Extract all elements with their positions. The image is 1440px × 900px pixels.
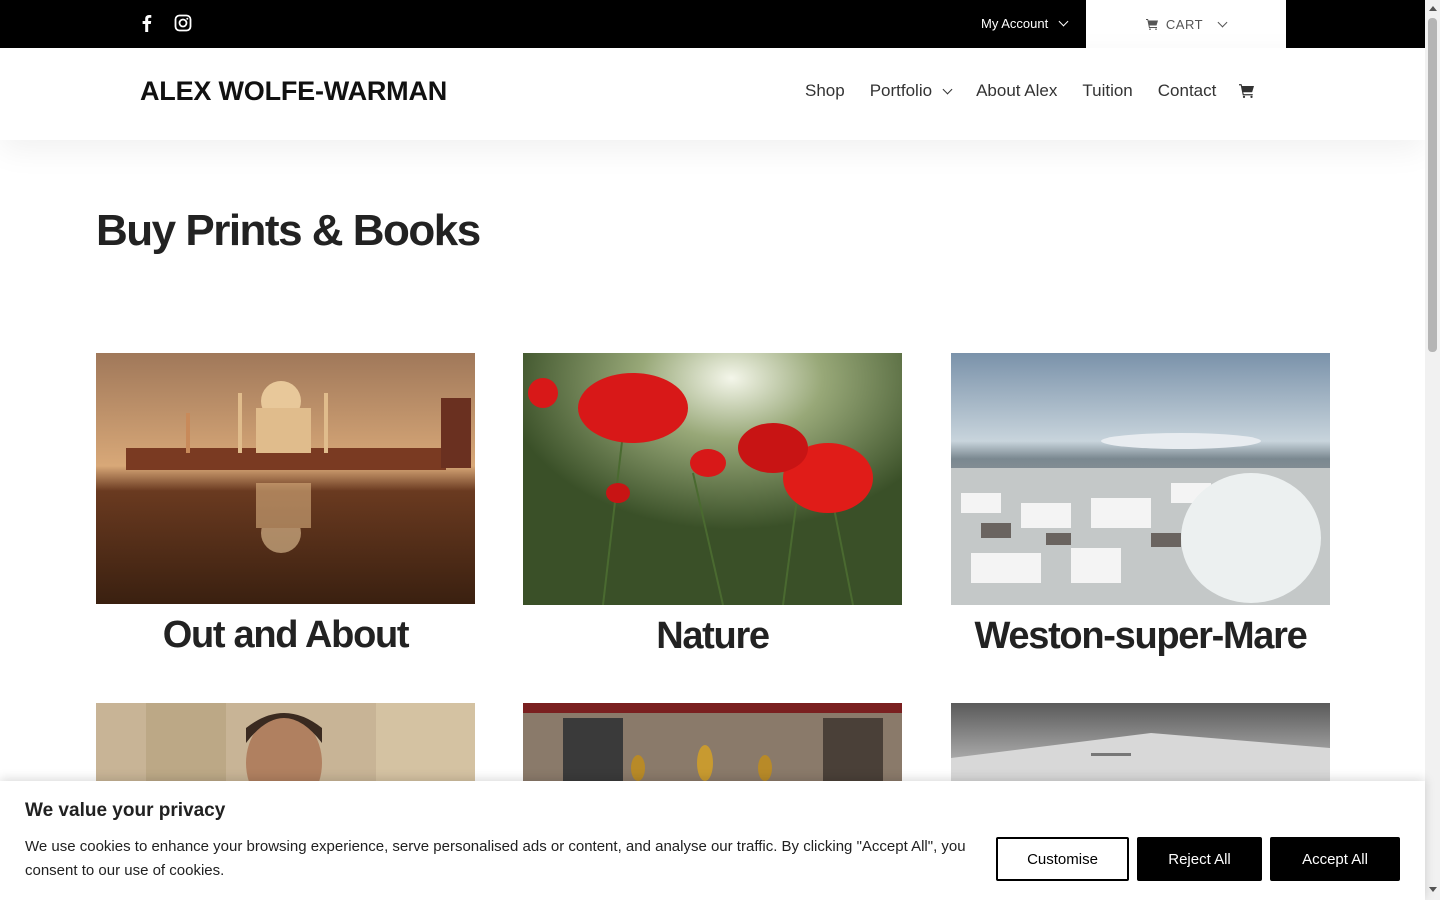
category-card[interactable]	[951, 703, 1330, 791]
cart-icon	[1145, 18, 1158, 30]
instagram-icon[interactable]	[174, 14, 192, 32]
snowy-town-photo[interactable]	[951, 353, 1330, 605]
nav-label: Portfolio	[869, 81, 933, 100]
nav-item-shop[interactable]: Shop	[805, 81, 845, 101]
nav-item-contact[interactable]: Contact	[1158, 81, 1217, 101]
nav-item-tuition[interactable]: Tuition	[1082, 81, 1132, 101]
accept-all-button[interactable]: Accept All	[1270, 837, 1400, 881]
cart-dropdown[interactable]: CART	[1086, 0, 1286, 48]
book-photo[interactable]	[951, 703, 1330, 781]
cookie-text: We use cookies to enhance your browsing …	[25, 838, 966, 879]
chevron-down-icon	[942, 84, 953, 95]
cookie-title: We value your privacy	[25, 800, 226, 821]
my-account-menu[interactable]: My Account	[981, 16, 1069, 31]
nav-label: Shop	[805, 81, 845, 100]
reject-all-button[interactable]: Reject All	[1137, 837, 1262, 881]
portrait-photo[interactable]	[96, 703, 475, 781]
poppies-photo[interactable]	[523, 353, 902, 605]
main-nav: Shop Portfolio About Alex Tuition Contac…	[805, 81, 1241, 101]
cart-icon[interactable]	[1239, 84, 1254, 103]
category-label[interactable]: Out and About	[96, 614, 475, 657]
page-scrollbar[interactable]	[1425, 0, 1440, 900]
category-card[interactable]	[96, 703, 475, 791]
nav-label: Contact	[1157, 81, 1217, 100]
scrollbar-thumb[interactable]	[1428, 18, 1437, 352]
taj-mahal-photo[interactable]	[96, 353, 475, 604]
page-title: Buy Prints & Books	[96, 206, 481, 255]
site-logo[interactable]: ALEX WOLFE-WARMAN	[140, 76, 447, 107]
cart-label: CART	[1165, 16, 1204, 32]
nav-label: Tuition	[1082, 81, 1133, 100]
scroll-down-icon[interactable]	[1429, 887, 1437, 892]
category-card[interactable]: Weston-super-Mare	[951, 353, 1330, 658]
category-card[interactable]: Nature	[523, 353, 902, 658]
site-header: ALEX WOLFE-WARMAN Shop Portfolio About A…	[0, 48, 1425, 140]
facebook-icon[interactable]	[138, 14, 156, 32]
buddha-shrine-photo[interactable]	[523, 703, 902, 781]
my-account-label: My Account	[981, 16, 1049, 31]
category-card[interactable]	[523, 703, 902, 791]
category-label[interactable]: Nature	[523, 615, 902, 658]
cookie-banner: We value your privacy We use cookies to …	[0, 781, 1425, 900]
category-card[interactable]: Out and About	[96, 353, 475, 657]
nav-label: About Alex	[976, 81, 1058, 100]
social-links	[138, 14, 192, 32]
top-bar: My Account CART	[0, 0, 1425, 48]
nav-item-about[interactable]: About Alex	[976, 81, 1057, 101]
chevron-down-icon	[1058, 16, 1069, 27]
customise-button[interactable]: Customise	[996, 837, 1129, 881]
nav-item-portfolio[interactable]: Portfolio	[869, 81, 953, 101]
category-label[interactable]: Weston-super-Mare	[951, 615, 1330, 658]
chevron-down-icon	[1217, 17, 1228, 27]
scroll-up-icon[interactable]	[1429, 6, 1437, 11]
